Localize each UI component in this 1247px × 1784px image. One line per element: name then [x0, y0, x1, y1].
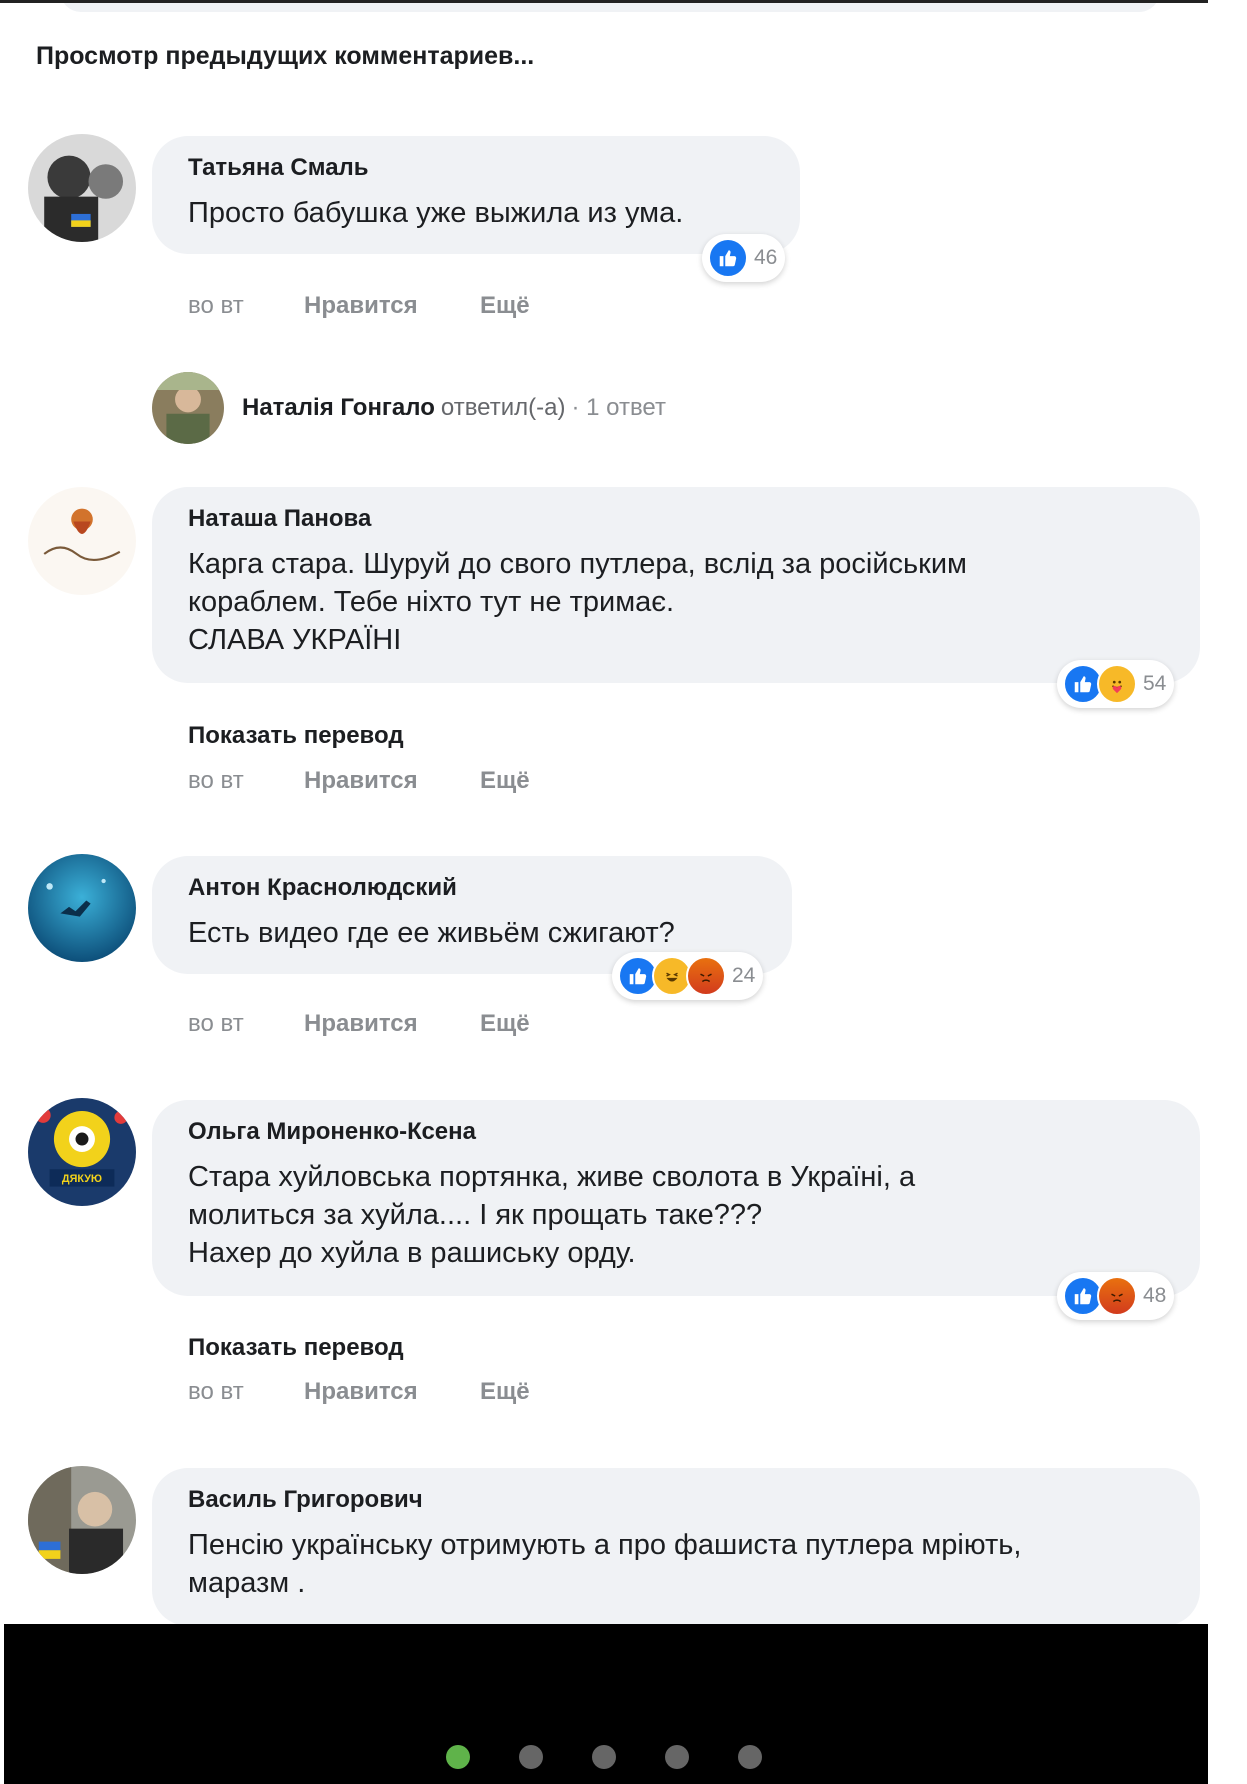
reaction-count: 48 — [1143, 1284, 1167, 1307]
avatar — [152, 372, 224, 444]
avatar[interactable] — [28, 854, 136, 962]
comment-author[interactable]: Антон Краснолюдский — [188, 874, 758, 902]
comment-author[interactable]: Василь Григорович — [188, 1486, 1166, 1514]
avatar-photo — [28, 1466, 136, 1574]
avatar-photo — [28, 487, 136, 595]
reaction-count: 24 — [732, 964, 756, 987]
page-dot[interactable] — [519, 1745, 543, 1769]
reactions-summary[interactable]: 48 — [1057, 1272, 1175, 1320]
avatar[interactable]: ДЯКУЮ — [28, 1098, 136, 1206]
comment-actions: во вт Нравится Ещё — [188, 292, 530, 320]
like-button[interactable]: Нравится — [304, 1010, 480, 1038]
like-button[interactable]: Нравится — [304, 767, 480, 795]
comment-text: Стара хуйловська портянка, живе сволота … — [188, 1161, 916, 1269]
comment-actions: во вт Нравится Ещё — [188, 767, 530, 795]
comment-text: Пенсію українську отримують а про фашист… — [188, 1529, 1022, 1599]
angry-reaction-icon — [686, 956, 726, 996]
avatar-photo — [28, 854, 136, 962]
comment-bubble: Наташа Панова Карга стара. Шуруй до свог… — [152, 487, 1200, 683]
comment-timestamp[interactable]: во вт — [188, 292, 304, 320]
like-button[interactable]: Нравится — [304, 1378, 480, 1406]
comment-text: Есть видео где ее живьём сжигают? — [188, 917, 675, 949]
angry-reaction-icon — [1097, 1276, 1137, 1316]
top-divider — [0, 0, 1208, 3]
care-reaction-icon — [1097, 664, 1137, 704]
more-button[interactable]: Ещё — [480, 1010, 530, 1038]
comment-bubble: Василь Григорович Пенсію українську отри… — [152, 1468, 1200, 1626]
comment-text: Просто бабушка уже выжила из ума. — [188, 197, 684, 229]
more-button[interactable]: Ещё — [480, 292, 530, 320]
comment-bubble: Татьяна Смаль Просто бабушка уже выжила … — [152, 136, 800, 254]
like-button[interactable]: Нравится — [304, 292, 480, 320]
page-dot[interactable] — [738, 1745, 762, 1769]
more-button[interactable]: Ещё — [480, 767, 530, 795]
reactions-summary[interactable]: 46 — [702, 234, 786, 282]
svg-text:ДЯКУЮ: ДЯКУЮ — [62, 1173, 102, 1185]
comment-actions: во вт Нравится Ещё — [188, 1378, 530, 1406]
reactions-summary[interactable]: 24 — [612, 952, 764, 1000]
comment-timestamp[interactable]: во вт — [188, 767, 304, 795]
more-button[interactable]: Ещё — [480, 1378, 530, 1406]
reactions-summary[interactable]: 54 — [1057, 660, 1175, 708]
reply-author[interactable]: Наталія Гонгало — [242, 394, 435, 422]
avatar[interactable] — [28, 1466, 136, 1574]
avatar-photo — [28, 134, 136, 242]
show-translation-link[interactable]: Показать перевод — [188, 1334, 404, 1362]
comment-timestamp[interactable]: во вт — [188, 1010, 304, 1038]
like-reaction-icon — [708, 238, 748, 278]
page-dot[interactable] — [665, 1745, 689, 1769]
comment-text: Карга стара. Шуруй до свого путлера, всл… — [188, 548, 967, 656]
reply-verb: ответил(-а) — [440, 394, 566, 421]
page-indicator — [446, 1745, 762, 1769]
comment-author[interactable]: Наташа Панова — [188, 505, 1166, 533]
comment-timestamp[interactable]: во вт — [188, 1378, 304, 1406]
page-dot[interactable] — [592, 1745, 616, 1769]
comment-bubble: Ольга Мироненко-Ксена Стара хуйловська п… — [152, 1100, 1200, 1296]
avatar[interactable] — [28, 134, 136, 242]
reply-count[interactable]: · 1 ответ — [571, 394, 666, 422]
reaction-count: 54 — [1143, 672, 1167, 695]
reply-summary[interactable]: Наталія Гонгало ответил(-а) · 1 ответ — [152, 372, 666, 444]
page-dot-active[interactable] — [446, 1745, 470, 1769]
avatar-photo: ДЯКУЮ — [28, 1098, 136, 1206]
avatar[interactable] — [28, 487, 136, 595]
view-previous-comments-link[interactable]: Просмотр предыдущих комментариев... — [36, 42, 534, 71]
comment-actions: во вт Нравится Ещё — [188, 1010, 530, 1038]
reaction-count: 46 — [754, 246, 778, 269]
comment-author[interactable]: Ольга Мироненко-Ксена — [188, 1118, 1166, 1146]
comment-author[interactable]: Татьяна Смаль — [188, 154, 766, 182]
show-translation-link[interactable]: Показать перевод — [188, 722, 404, 750]
